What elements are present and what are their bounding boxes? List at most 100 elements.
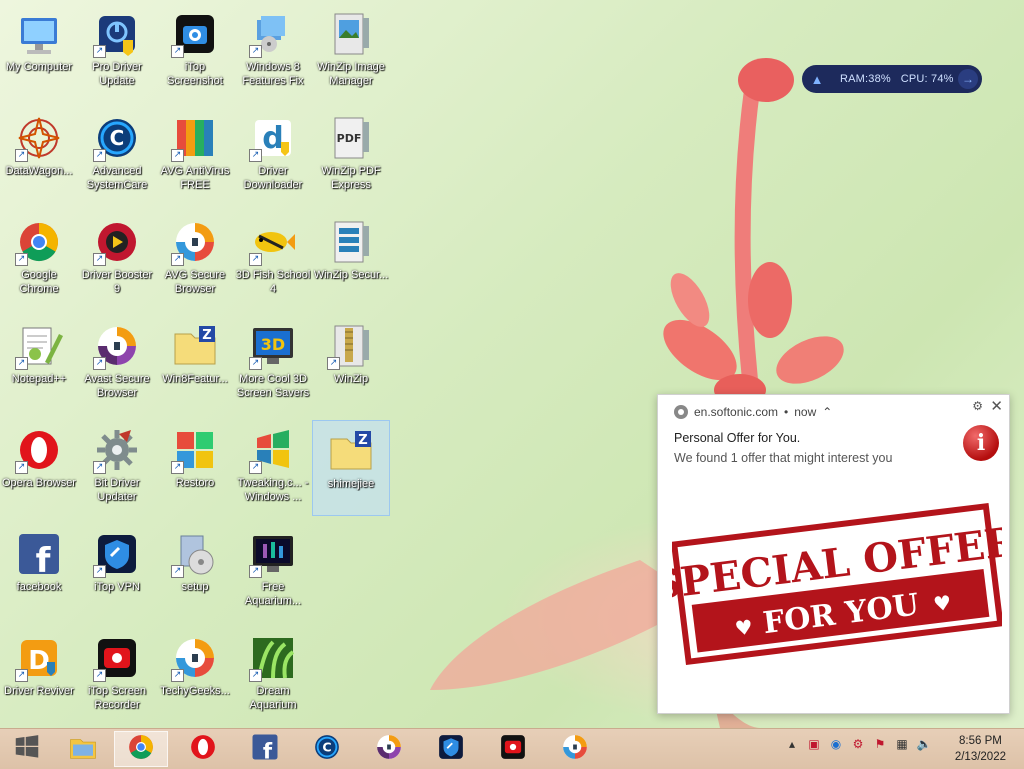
svg-text:Z: Z [202, 328, 211, 343]
desktop-icon-label: My Computer [5, 61, 73, 73]
desktop-icon-dream-aquarium[interactable]: ↗ Dream Aquarium [234, 628, 312, 724]
setup-icon: ↗ [171, 530, 219, 578]
desktop-icon-free-aquarium[interactable]: ↗ Free Aquarium... [234, 524, 312, 620]
chevron-up-icon[interactable]: ▴ [784, 737, 800, 751]
heart-icon: ♥ [733, 615, 754, 641]
desktop-icon-label: Driver Booster 9 [81, 269, 153, 295]
chevron-up-icon[interactable]: ⌃ [822, 405, 832, 419]
shortcut-arrow-icon: ↗ [15, 149, 28, 162]
taskbar-itop-vpn[interactable] [424, 731, 478, 767]
recorder-tray-icon[interactable]: ▣ [806, 737, 822, 751]
desktop-icon-label: Win8Featur... [162, 373, 228, 385]
taskbar-file-explorer[interactable] [56, 731, 110, 767]
desktop-icon-restoro[interactable]: ↗ Restoro [156, 420, 234, 516]
taskbar-opera[interactable] [176, 731, 230, 767]
driver-booster-icon: ↗ [93, 218, 141, 266]
desktop-icon-label: setup [181, 581, 209, 593]
desktop-icon-winzip-image-manager[interactable]: WinZip Image Manager [312, 4, 390, 100]
flag-tray-icon[interactable]: ⚑ [872, 737, 888, 751]
facebook-icon: f [15, 530, 63, 578]
notification-time: now [794, 405, 817, 419]
desktop-icon-winzip-secure[interactable]: WinZip Secur... [312, 212, 390, 308]
desktop-icon-techygeeks[interactable]: ↗ TechyGeeks... [156, 628, 234, 724]
svg-text:Z: Z [358, 433, 367, 448]
svg-text:f: f [36, 541, 52, 578]
recorder-icon [498, 732, 528, 766]
taskbar-facebook[interactable]: f [238, 731, 292, 767]
desktop-icon-driver-downloader[interactable]: d ↗ Driver Downloader [234, 108, 312, 204]
taskbar-avast-secure-browser[interactable] [362, 731, 416, 767]
taskbar-chrome[interactable] [114, 731, 168, 767]
desktop-icon-shimejiee[interactable]: Zshimejiee [312, 420, 390, 516]
chrome-icon: ↗ [15, 218, 63, 266]
desktop-icon-my-computer[interactable]: My Computer [0, 4, 78, 100]
pro-driver-update-icon: ↗ [93, 10, 141, 58]
clock[interactable]: 8:56 PM 2/13/2022 [955, 733, 1006, 765]
ram-cpu-widget[interactable]: ▲ RAM:38% CPU: 74% → [802, 65, 982, 93]
volume-muted-icon[interactable]: 🔈 [916, 737, 932, 751]
clock-date: 2/13/2022 [954, 751, 1006, 763]
shortcut-arrow-icon: ↗ [249, 357, 262, 370]
desktop-icon-pro-driver-update[interactable]: ↗ Pro Driver Update [78, 4, 156, 100]
desktop-icon-driver-booster-9[interactable]: ↗ Driver Booster 9 [78, 212, 156, 308]
svg-text:f: f [263, 739, 273, 762]
desktop-icon-windows8-features-fix[interactable]: ↗ Windows 8 Features Fix [234, 4, 312, 100]
notification-header: en.softonic.com • now ⌃ [674, 405, 832, 419]
shortcut-arrow-icon: ↗ [249, 461, 262, 474]
desktop-icon-itop-screen-recorder[interactable]: ↗ iTop Screen Recorder [78, 628, 156, 724]
restoro-icon: ↗ [171, 426, 219, 474]
desktop-icon-tweaking[interactable]: ↗ Tweaking.c... - Windows ... [234, 420, 312, 516]
pdf-icon: PDF [327, 114, 375, 162]
chrome-icon [126, 732, 156, 766]
shortcut-arrow-icon: ↗ [249, 253, 262, 266]
chrome-icon [674, 405, 688, 419]
notepad-icon: ↗ [15, 322, 63, 370]
mandala-icon: ↗ [15, 114, 63, 162]
taskbar-advanced-systemcare[interactable]: C [300, 731, 354, 767]
desktop-icon-winzip-pdf-express[interactable]: PDF WinZip PDF Express [312, 108, 390, 204]
special-offer-stamp[interactable]: SPECIAL OFFER ♥ FOR YOU ♥ [672, 497, 1002, 667]
shortcut-arrow-icon: ↗ [327, 357, 340, 370]
desktop-icon-win8features[interactable]: Z Win8Featur... [156, 316, 234, 412]
network-tray-icon[interactable]: ▦ [894, 737, 910, 751]
desktop-icon-facebook[interactable]: f facebook [0, 524, 78, 620]
desktop-icon-label: WinZip PDF Express [321, 165, 381, 191]
desktop-icon-opera-browser[interactable]: ↗ Opera Browser [0, 420, 78, 516]
taskbar-itop-screen-recorder[interactable] [486, 731, 540, 767]
shortcut-arrow-icon: ↗ [15, 253, 28, 266]
desktop-icon-datawagon[interactable]: ↗ DataWagon... [0, 108, 78, 204]
close-icon[interactable]: ✕ [990, 397, 1003, 415]
shortcut-arrow-icon: ↗ [93, 565, 106, 578]
desktop-icon-avast-secure-browser[interactable]: ↗ Avast Secure Browser [78, 316, 156, 412]
desktop-icon-avg-secure-browser[interactable]: ↗ AVG Secure Browser [156, 212, 234, 308]
notification-title: Personal Offer for You. [674, 431, 801, 445]
desktop-icon-notepad-plus-plus[interactable]: ↗ Notepad++ [0, 316, 78, 412]
driver-booster-tray-icon[interactable]: ⚙ [850, 737, 866, 751]
systemcare-icon: C [312, 732, 342, 766]
gear-icon[interactable]: ⚙ [972, 399, 983, 413]
shortcut-arrow-icon: ↗ [93, 461, 106, 474]
desktop-icon-driver-reviver[interactable]: D ↗ Driver Reviver [0, 628, 78, 724]
ram-usage: RAM:38% [840, 73, 891, 85]
desktop-icon-avg-antivirus-free[interactable]: ↗ AVG AntiVirus FREE [156, 108, 234, 204]
secure-browser-icon: ↗ [171, 634, 219, 682]
desktop-icon-advanced-systemcare[interactable]: C ↗ Advanced SystemCare [78, 108, 156, 204]
taskbar-start-button[interactable] [0, 731, 54, 767]
shortcut-arrow-icon: ↗ [171, 565, 184, 578]
desktop-icon-more-cool-3d[interactable]: 3D ↗ More Cool 3D Screen Savers [234, 316, 312, 412]
desktop-icon-label: Opera Browser [2, 477, 76, 489]
desktop-icon-winzip[interactable]: ↗ WinZip [312, 316, 390, 412]
shortcut-arrow-icon: ↗ [93, 45, 106, 58]
systemcare-tray-icon[interactable]: ◉ [828, 737, 844, 751]
desktop-icon-itop-screenshot[interactable]: ↗ iTop Screenshot [156, 4, 234, 100]
desktop-icon-setup[interactable]: ↗ setup [156, 524, 234, 620]
desktop-icon-label: Pro Driver Update [92, 61, 142, 87]
desktop-icon-itop-vpn[interactable]: ↗ iTop VPN [78, 524, 156, 620]
desktop-icon-google-chrome[interactable]: ↗ Google Chrome [0, 212, 78, 308]
notification-popup[interactable]: en.softonic.com • now ⌃ ⚙ ✕ Personal Off… [657, 394, 1010, 714]
shortcut-arrow-icon: ↗ [171, 461, 184, 474]
arrow-right-icon[interactable]: → [958, 69, 978, 89]
desktop-icon-3d-fish-school-4[interactable]: ↗ 3D Fish School 4 [234, 212, 312, 308]
taskbar-avg-secure-browser[interactable] [548, 731, 602, 767]
desktop-icon-bit-driver-updater[interactable]: ↗ Bit Driver Updater [78, 420, 156, 516]
